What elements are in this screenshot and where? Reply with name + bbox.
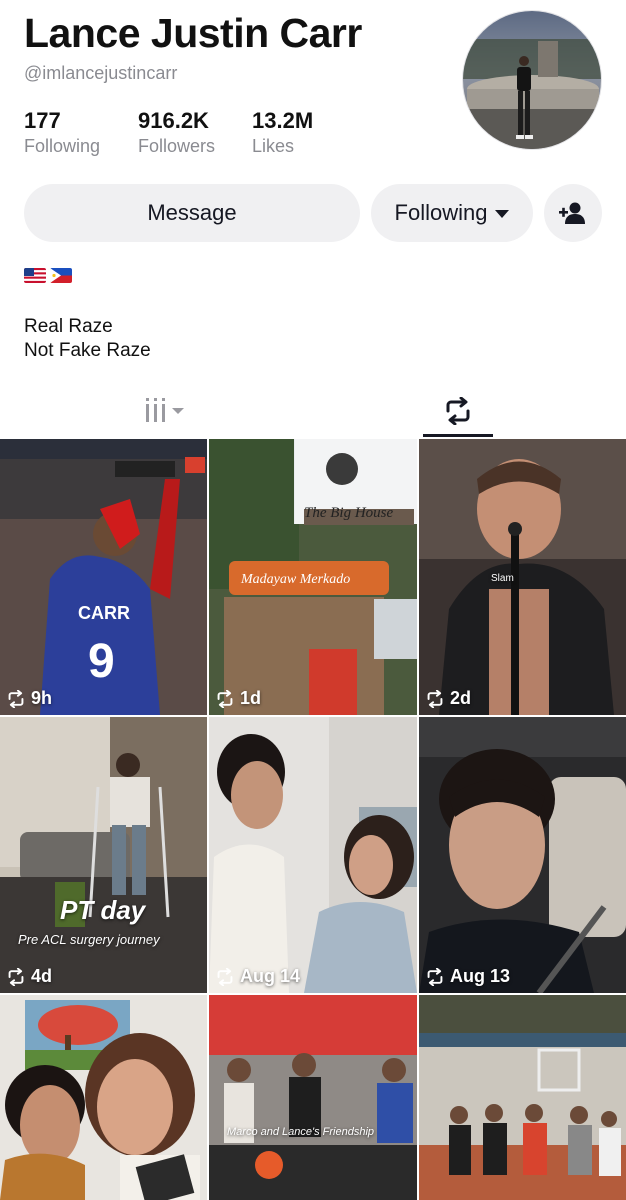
video-time: 4d: [31, 966, 53, 986]
video-time: Aug 14: [240, 966, 301, 986]
video-thumbnail: [209, 717, 417, 993]
repost-meta: Aug 14: [215, 966, 300, 987]
video-caption: PT day: [60, 895, 146, 925]
svg-text:Madayaw Merkado: Madayaw Merkado: [240, 572, 350, 587]
chevron-down-icon: [495, 210, 510, 218]
stat-label: Likes: [252, 136, 295, 156]
video-tile[interactable]: Slam 2d: [419, 439, 626, 715]
following-button-label: Following: [394, 200, 488, 225]
profile-handle: @imlancejustincarr: [24, 63, 178, 83]
video-thumbnail: [419, 439, 626, 715]
ph-flag-icon: [50, 268, 72, 283]
following-button[interactable]: Following: [371, 184, 533, 242]
video-time: 1d: [240, 688, 262, 708]
repost-icon: [427, 967, 443, 986]
repost-meta: Aug 13: [425, 966, 510, 987]
video-thumbnail: The Big House Madayaw Merkado: [209, 439, 417, 715]
video-thumbnail: [419, 717, 626, 993]
video-subcaption: Pre ACL surgery journey: [18, 932, 160, 947]
active-tab-indicator: [423, 434, 493, 437]
repost-meta: 1d: [215, 688, 261, 709]
repost-icon: [217, 967, 233, 986]
video-tile[interactable]: PT day Pre ACL surgery journey 4d: [0, 717, 207, 993]
video-tile[interactable]: [0, 995, 207, 1200]
video-time: 9h: [31, 688, 53, 708]
video-tile[interactable]: Aug 14: [209, 717, 417, 993]
video-tile[interactable]: Aug 13: [419, 717, 626, 993]
stat-value: 13.2M: [252, 108, 314, 133]
repost-icon: [8, 689, 24, 708]
stat-label: Followers: [138, 136, 216, 156]
stat-label: Following: [24, 136, 101, 156]
repost-icon: [427, 689, 443, 708]
video-tile[interactable]: [419, 995, 626, 1200]
tab-videos[interactable]: [0, 385, 335, 437]
bio-line: Not Fake Raze: [24, 340, 151, 361]
repost-icon: [8, 967, 24, 986]
stat-likes[interactable]: 13.2M Likes: [252, 108, 313, 157]
video-grid-icon: [145, 398, 184, 422]
repost-icon: [446, 397, 469, 425]
video-thumbnail: [0, 995, 207, 1200]
video-thumbnail: CARR 9: [0, 439, 207, 715]
stat-value: 916.2K: [138, 108, 209, 133]
add-user-icon: [559, 202, 585, 224]
video-grid: CARR 9 9h The Big House Madayaw Merkado: [0, 439, 626, 1200]
video-time: 2d: [450, 688, 472, 708]
tab-reposts[interactable]: [335, 385, 580, 437]
svg-text:CARR: CARR: [78, 603, 130, 623]
bio-line: Real Raze: [24, 316, 113, 337]
us-flag-icon: [24, 268, 46, 283]
stat-followers[interactable]: 916.2K Followers: [138, 108, 215, 157]
profile-name: Lance Justin Carr: [24, 10, 362, 56]
repost-meta: 2d: [425, 688, 471, 709]
stat-following[interactable]: 177 Following: [24, 108, 100, 157]
repost-meta: 4d: [6, 966, 52, 987]
repost-meta: 9h: [6, 688, 52, 709]
profile-tabs: [0, 385, 626, 437]
message-button[interactable]: Message: [24, 184, 360, 242]
video-time: Aug 13: [450, 966, 511, 986]
add-friend-button[interactable]: [544, 184, 602, 242]
video-thumbnail: [419, 995, 626, 1200]
video-tile[interactable]: The Big House Madayaw Merkado 1d: [209, 439, 417, 715]
svg-text:The Big House: The Big House: [304, 505, 394, 521]
profile-bio: Real Raze Not Fake Raze: [24, 315, 151, 363]
bio-flags: [24, 268, 72, 283]
video-thumbnail: [209, 995, 417, 1200]
stat-value: 177: [24, 108, 61, 133]
video-tile[interactable]: CARR 9 9h: [0, 439, 207, 715]
avatar-photo: [463, 11, 601, 149]
video-caption: Marco and Lance's Friendship: [227, 1126, 375, 1138]
video-thumbnail: [0, 717, 207, 993]
profile-stats: 177 Following 916.2K Followers 13.2M Lik…: [0, 108, 440, 158]
video-tile[interactable]: Marco and Lance's Friendship: [209, 995, 417, 1200]
repost-icon: [217, 689, 233, 708]
video-caption: Slam: [491, 573, 514, 584]
svg-text:9: 9: [88, 635, 115, 688]
avatar[interactable]: [462, 10, 602, 150]
